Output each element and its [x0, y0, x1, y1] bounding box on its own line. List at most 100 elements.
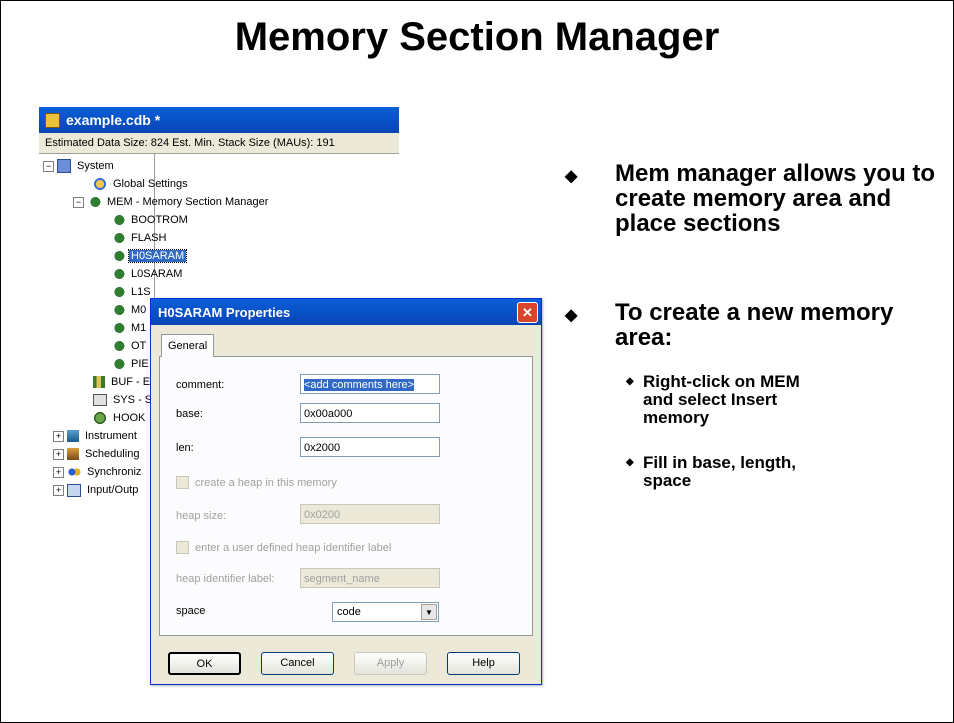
- tree-window-titlebar[interactable]: example.cdb *: [39, 107, 399, 133]
- tree-node-label: M0: [131, 304, 147, 316]
- heap-id-label: heap identifier label:: [176, 573, 275, 585]
- dropdown-arrow-icon[interactable]: ▼: [421, 604, 437, 620]
- tree-node-m0saram[interactable]: M0: [111, 302, 148, 318]
- tree-node-h0saram[interactable]: H0SARAM: [111, 248, 188, 264]
- small-diamond-bullet-icon: ◆: [626, 457, 634, 468]
- buffer-icon: [93, 376, 105, 388]
- tree-node-synchronization[interactable]: + Synchroniz: [53, 464, 143, 480]
- small-diamond-bullet-icon: ◆: [626, 376, 634, 387]
- tree-node-buf[interactable]: BUF - E: [93, 374, 152, 390]
- apply-button[interactable]: Apply: [354, 652, 427, 675]
- tree-node-flash[interactable]: FLASH: [111, 230, 168, 246]
- memory-chip-icon: [111, 321, 125, 335]
- tree-node-label: M1: [131, 322, 147, 334]
- heap-id-checkbox-label: enter a user defined heap identifier lab…: [195, 541, 392, 554]
- tree-node-label: PIE: [131, 358, 149, 370]
- memory-chip-icon: [111, 213, 125, 227]
- tree-node-l0saram[interactable]: L0SARAM: [111, 266, 184, 282]
- comment-label: comment:: [176, 379, 225, 391]
- diamond-bullet-icon: ◆: [565, 307, 578, 324]
- tree-node-mem[interactable]: − MEM - Memory Section Manager: [73, 194, 270, 210]
- base-field[interactable]: 0x00a000: [300, 403, 440, 423]
- ok-button[interactable]: OK: [168, 652, 241, 675]
- tree-node-label: Synchroniz: [87, 466, 142, 478]
- tree-node-m1saram[interactable]: M1: [111, 320, 148, 336]
- hook-icon: [93, 411, 107, 425]
- sync-icon: [67, 465, 81, 479]
- tree-node-label: FLASH: [131, 232, 167, 244]
- expand-icon[interactable]: +: [53, 430, 64, 442]
- expand-icon[interactable]: +: [53, 466, 64, 478]
- space-label: space: [176, 605, 206, 617]
- tree-node-system[interactable]: − System: [43, 158, 116, 174]
- space-dropdown[interactable]: code ▼: [332, 602, 439, 622]
- comment-field[interactable]: <add comments here>: [300, 374, 440, 394]
- dialog-titlebar[interactable]: H0SARAM Properties ✕: [151, 299, 541, 325]
- memory-chip-icon: [111, 267, 125, 281]
- bullet-text: Mem manager allows you to create memory …: [615, 160, 936, 237]
- expand-icon[interactable]: +: [53, 484, 64, 496]
- heap-size-field[interactable]: 0x0200: [300, 504, 440, 524]
- memory-chip-icon: [111, 303, 125, 317]
- io-icon: [67, 483, 81, 497]
- config-file-icon: [45, 112, 60, 128]
- tree-node-scheduling[interactable]: + Scheduling: [53, 446, 141, 462]
- tree-node-sys[interactable]: SYS - S: [93, 392, 154, 408]
- tree-node-label: HOOK: [113, 412, 146, 424]
- tree-node-l1saram[interactable]: L1S: [111, 284, 153, 300]
- config-tree: − System Global Settings − MEM - Memory …: [39, 154, 268, 523]
- tree-node-bootrom[interactable]: BOOTROM: [111, 212, 190, 228]
- tree-window-title: example.cdb *: [66, 112, 161, 128]
- create-heap-checkbox[interactable]: create a heap in this memory: [176, 476, 337, 489]
- bullet-mem-manager: ◆ Mem manager allows you to create memor…: [565, 160, 945, 237]
- checkbox-box[interactable]: [176, 476, 189, 489]
- len-field[interactable]: 0x2000: [300, 437, 440, 457]
- bullet-text: To create a new memory area:: [615, 299, 894, 351]
- tree-node-instrumentation[interactable]: + Instrument: [53, 428, 139, 444]
- properties-dialog: H0SARAM Properties ✕ General comment: <a…: [150, 298, 542, 685]
- tree-node-label: BUF - E: [111, 376, 151, 388]
- computer-icon: [93, 394, 107, 406]
- close-icon[interactable]: ✕: [517, 302, 538, 323]
- tab-general[interactable]: General: [161, 334, 215, 357]
- create-heap-label: create a heap in this memory: [195, 476, 337, 489]
- tree-node-pie[interactable]: PIE: [111, 356, 151, 372]
- heap-id-checkbox[interactable]: enter a user defined heap identifier lab…: [176, 541, 391, 554]
- collapse-icon[interactable]: −: [73, 196, 84, 208]
- tree-node-label: MEM - Memory Section Manager: [107, 196, 269, 208]
- len-label: len:: [176, 442, 194, 454]
- tree-node-otp[interactable]: OT: [111, 338, 148, 354]
- base-label: base:: [176, 408, 203, 420]
- slide-title: Memory Section Manager: [234, 15, 720, 59]
- tree-node-label: L1S: [131, 286, 151, 298]
- space-value: code: [337, 606, 361, 618]
- tree-node-label: Instrument: [85, 430, 137, 442]
- tree-node-label: H0SARAM: [127, 249, 188, 263]
- subbullet-right-click: ◆ Right-click on MEM and select Insert m…: [626, 372, 823, 427]
- tree-node-hook[interactable]: HOOK: [93, 410, 147, 426]
- memory-chip-icon: [111, 357, 125, 371]
- memory-chip-icon: [111, 339, 125, 353]
- system-icon: [57, 159, 71, 173]
- comment-value: <add comments here>: [304, 379, 415, 391]
- cancel-button[interactable]: Cancel: [261, 652, 334, 675]
- expand-icon[interactable]: +: [53, 448, 64, 460]
- tree-node-label: BOOTROM: [131, 214, 188, 226]
- tree-node-label: SYS - S: [113, 394, 153, 406]
- dialog-title: H0SARAM Properties: [158, 304, 291, 320]
- globe-icon: [93, 177, 107, 191]
- bullet-create-area: ◆ To create a new memory area:: [565, 299, 915, 351]
- heap-id-field[interactable]: segment_name: [300, 568, 440, 588]
- status-bar: Estimated Data Size: 824 Est. Min. Stack…: [39, 133, 399, 154]
- memory-chip-icon: [111, 249, 125, 263]
- tree-node-label: Input/Outp: [87, 484, 139, 496]
- tree-node-label: L0SARAM: [131, 268, 183, 280]
- tree-node-label: OT: [131, 340, 147, 352]
- tree-node-label: Scheduling: [85, 448, 140, 460]
- checkbox-box[interactable]: [176, 541, 189, 554]
- bullet-text: Right-click on MEM and select Insert mem…: [643, 372, 800, 427]
- help-button[interactable]: Help: [447, 652, 520, 675]
- tree-node-input-output[interactable]: + Input/Outp: [53, 482, 140, 498]
- collapse-icon[interactable]: −: [43, 160, 54, 172]
- tree-node-global-settings[interactable]: Global Settings: [93, 176, 190, 192]
